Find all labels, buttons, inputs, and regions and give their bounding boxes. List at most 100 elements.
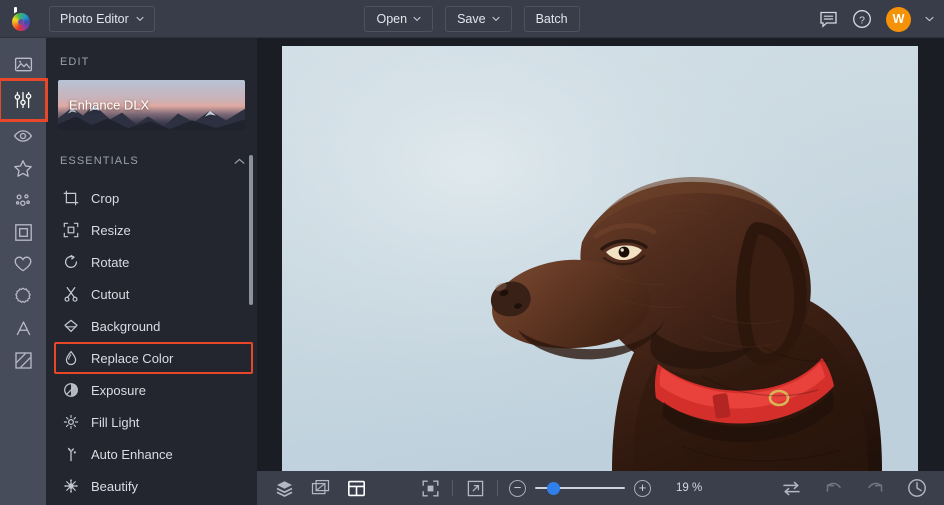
- save-button[interactable]: Save: [445, 6, 512, 32]
- heart-overlays-icon: [13, 255, 33, 273]
- history-button[interactable]: [906, 477, 928, 499]
- logo-wheel: [12, 13, 30, 31]
- chevron-down-icon: [492, 16, 500, 22]
- compare-button[interactable]: [780, 477, 802, 499]
- photo-canvas[interactable]: [282, 46, 918, 471]
- zoom-slider-thumb[interactable]: [547, 482, 560, 495]
- rail-item-artsy[interactable]: [0, 184, 46, 216]
- tool-label: Beautify: [91, 479, 138, 494]
- dots-artsy-icon: [13, 190, 33, 210]
- letter-a-text-icon: [14, 319, 33, 338]
- zoom-out-button[interactable]: −: [509, 480, 526, 497]
- batch-label: Batch: [536, 12, 568, 26]
- flower-beautify-icon: [62, 478, 79, 495]
- fill-light-icon: [62, 414, 79, 431]
- essentials-tool-list: Crop Resize Rotate: [46, 182, 257, 502]
- rail-item-retouch[interactable]: [0, 120, 46, 152]
- canvas-area[interactable]: [257, 38, 944, 471]
- rail-item-photo[interactable]: [0, 48, 46, 80]
- photo-image-icon: [14, 55, 33, 74]
- undo-arrow-icon: [824, 480, 843, 497]
- bottom-toolbar: − + 19 %: [257, 471, 944, 505]
- image-overlay-button[interactable]: [309, 477, 331, 499]
- enhance-dlx-label: Enhance DLX: [69, 98, 149, 113]
- tool-cutout[interactable]: Cutout: [46, 278, 257, 310]
- tool-fill-light[interactable]: Fill Light: [46, 406, 257, 438]
- app-selector-label: Photo Editor: [60, 12, 129, 26]
- tool-exposure[interactable]: Exposure: [46, 374, 257, 406]
- rail-item-overlays[interactable]: [0, 248, 46, 280]
- preset-section: Enhance DLX: [46, 80, 257, 130]
- bottom-view-controls: − + 19 %: [419, 477, 702, 499]
- image-overlay-icon: [311, 479, 330, 498]
- redo-button[interactable]: [864, 477, 886, 499]
- save-label: Save: [457, 12, 486, 26]
- left-tool-rail: [0, 38, 46, 505]
- essentials-section-header[interactable]: ESSENTIALS: [46, 150, 257, 172]
- zoom-control: − + 19 %: [509, 480, 702, 497]
- badge-graphics-icon: [13, 286, 33, 306]
- layers-icon: [275, 479, 294, 498]
- sliders-adjust-icon: [13, 90, 33, 110]
- panel-layout-icon: [347, 479, 366, 498]
- undo-button[interactable]: [822, 477, 844, 499]
- tool-rotate[interactable]: Rotate: [46, 246, 257, 278]
- panel-title: EDIT: [46, 38, 257, 80]
- droplet-icon: [62, 350, 79, 367]
- fit-to-screen-button[interactable]: [419, 477, 441, 499]
- question-mark-circle-icon[interactable]: ?: [852, 9, 872, 29]
- open-button[interactable]: Open: [364, 6, 433, 32]
- batch-button[interactable]: Batch: [524, 6, 580, 32]
- zoom-in-button[interactable]: +: [634, 480, 651, 497]
- tool-label: Fill Light: [91, 415, 139, 430]
- chevron-down-icon[interactable]: [925, 16, 934, 22]
- background-diamond-icon: [62, 318, 79, 335]
- fullscreen-button[interactable]: [464, 477, 486, 499]
- tool-crop[interactable]: Crop: [46, 182, 257, 214]
- tool-resize[interactable]: Resize: [46, 214, 257, 246]
- history-clock-icon: [907, 478, 927, 498]
- zoom-slider[interactable]: [535, 481, 625, 495]
- tool-label: Background: [91, 319, 160, 334]
- tool-label: Cutout: [91, 287, 129, 302]
- chevron-up-icon: [234, 158, 245, 165]
- enhance-dlx-card[interactable]: Enhance DLX: [58, 80, 245, 130]
- toolbar-divider: [497, 480, 498, 496]
- tool-beautify[interactable]: Beautify: [46, 470, 257, 502]
- photo-editor-window: Photo Editor Open Save Batch: [0, 0, 944, 505]
- panel-scrollbar[interactable]: [249, 155, 253, 305]
- rotate-icon: [62, 254, 79, 271]
- rail-item-text[interactable]: [0, 312, 46, 344]
- rail-item-frames[interactable]: [0, 216, 46, 248]
- avatar[interactable]: W: [886, 7, 911, 32]
- tool-auto-enhance[interactable]: Auto Enhance: [46, 438, 257, 470]
- avatar-initial: W: [893, 12, 905, 26]
- half-circle-exposure-icon: [62, 382, 79, 399]
- app-selector[interactable]: Photo Editor: [49, 6, 155, 32]
- layers-button[interactable]: [273, 477, 295, 499]
- tool-label: Rotate: [91, 255, 129, 270]
- tool-label: Replace Color: [91, 351, 173, 366]
- chat-bubble-icon[interactable]: [819, 10, 838, 28]
- tool-label: Auto Enhance: [91, 447, 173, 462]
- tool-background[interactable]: Background: [46, 310, 257, 342]
- scissors-cutout-icon: [62, 286, 79, 303]
- bottom-left-tools: [257, 477, 367, 499]
- fullscreen-expand-icon: [466, 479, 485, 498]
- tool-replace-color[interactable]: Replace Color: [54, 342, 253, 374]
- panel-layout-button[interactable]: [345, 477, 367, 499]
- befunky-color-wheel-logo[interactable]: [9, 6, 35, 32]
- eye-retouch-icon: [13, 128, 33, 144]
- star-effects-icon: [13, 159, 33, 178]
- chevron-down-icon: [413, 16, 421, 22]
- zoom-level-value: 19 %: [676, 482, 702, 494]
- rail-item-graphics[interactable]: [0, 280, 46, 312]
- tool-label: Exposure: [91, 383, 146, 398]
- rail-item-edit[interactable]: [0, 80, 46, 120]
- hatched-square-texture-icon: [14, 351, 33, 370]
- bottom-right-tools: [780, 477, 944, 499]
- top-bar-right: ? W: [819, 0, 934, 38]
- essentials-label: ESSENTIALS: [60, 155, 139, 167]
- rail-item-effects[interactable]: [0, 152, 46, 184]
- rail-item-textures[interactable]: [0, 344, 46, 376]
